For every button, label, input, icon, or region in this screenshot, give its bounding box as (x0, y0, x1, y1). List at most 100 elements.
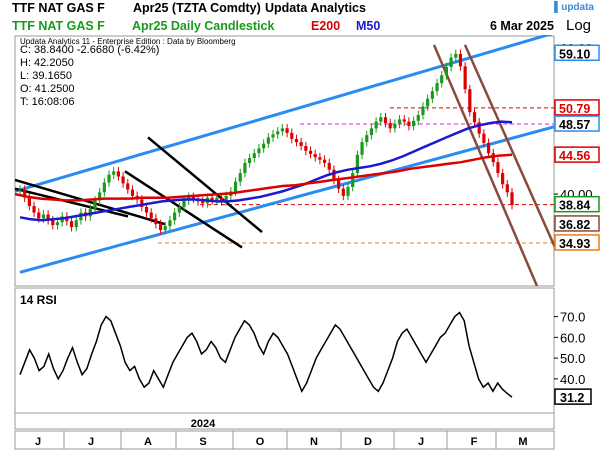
candle-body (51, 220, 55, 226)
candle-body (173, 212, 177, 221)
candle-body (116, 171, 120, 177)
candle-body (501, 173, 505, 185)
candle-body (149, 212, 153, 219)
candle-body (379, 117, 383, 122)
candle-body (201, 201, 205, 204)
candle-body (121, 176, 125, 184)
candle-body (74, 220, 78, 228)
rsi-title: 14 RSI (20, 293, 57, 307)
header-instrument-green: TTF NAT GAS F (12, 19, 105, 33)
updata-logo-text: updata (561, 2, 594, 13)
candle-body (440, 75, 444, 84)
price-tag-label: 48.57 (559, 118, 590, 132)
candle-body (243, 162, 247, 174)
price-tag: 48.57 (554, 115, 600, 132)
header-date-2: 6 Mar 2025 (490, 19, 554, 33)
candle-body (374, 121, 378, 129)
candle-body (496, 162, 500, 174)
candle-body (112, 171, 116, 175)
price-tag-label: 38.84 (559, 199, 590, 213)
candle-body (252, 153, 256, 159)
header-series-label: Apr25 Daily Candlestick (132, 19, 275, 33)
candle-body (257, 148, 261, 154)
candle-body (444, 66, 448, 76)
candle-body (130, 189, 135, 196)
candle-body (37, 212, 41, 219)
year-label: 2024 (191, 418, 216, 430)
candle-body (215, 197, 219, 201)
candle-body (27, 197, 31, 206)
candle-body (463, 66, 467, 90)
log-scale-label: Log (566, 17, 592, 34)
price-tag-label: 34.93 (559, 237, 590, 251)
candle-body (341, 188, 345, 196)
candle-body (365, 135, 369, 143)
candle-body (393, 123, 397, 129)
candle-body (327, 162, 331, 170)
xtick-label: S (199, 436, 206, 448)
title-instrument: TTF NAT GAS F (12, 1, 105, 15)
candle-body (299, 142, 303, 147)
candle-body (482, 133, 486, 143)
candle-body (355, 154, 359, 174)
candle-body (144, 206, 149, 213)
ohlc-open: O: 41.2500 (20, 83, 75, 95)
candle-body (55, 222, 60, 226)
price-tag-label: 59.10 (559, 47, 590, 61)
candle-body (93, 200, 97, 209)
rsi-last-tag-label: 31.2 (560, 391, 584, 405)
price-tag: 44.56 (554, 146, 600, 163)
price-tag: 38.84 (554, 195, 600, 213)
candle-body (416, 115, 420, 121)
candle-body (388, 123, 392, 129)
candle-body (412, 120, 416, 127)
candle-body (41, 214, 46, 219)
candle-body (290, 132, 294, 139)
candle-body (407, 121, 411, 127)
ohlc-time: T: 16:08:06 (20, 96, 75, 108)
price-tag-label: 50.79 (559, 102, 590, 116)
candle-body (383, 117, 388, 124)
rsi-ytick-label: 40.0 (560, 372, 585, 387)
rsi-ytick-label: 70.0 (560, 310, 585, 325)
candle-body (177, 206, 181, 213)
legend-e200: E200 (311, 19, 341, 33)
candle-body (280, 128, 284, 132)
xtick-label: O (256, 436, 265, 448)
xtick-label: J (418, 436, 424, 448)
xtick-label: N (310, 436, 318, 448)
xtick-label: J (88, 436, 94, 448)
subheader: Updata Analytics 11 - Enterprise Edition… (20, 37, 236, 46)
ohlc-low: L: 39.1650 (20, 70, 72, 82)
candle-body (18, 189, 22, 191)
rsi-ytick-label: 50.0 (560, 351, 585, 366)
candle-body (126, 183, 130, 190)
xtick-label: D (364, 436, 372, 448)
price-tag: 59.10 (554, 44, 600, 61)
candle-body (397, 119, 402, 124)
candle-body (426, 98, 430, 107)
title-provider: Updata Analytics (265, 1, 366, 15)
candle-body (430, 91, 434, 99)
candle-body (294, 138, 299, 143)
price-tag: 34.93 (554, 234, 600, 251)
candle-body (510, 192, 514, 206)
candle-body (102, 182, 106, 193)
candle-body (322, 159, 327, 163)
candle-body (351, 173, 355, 187)
candle-body (238, 173, 242, 182)
candle-body (69, 221, 74, 228)
candle-body (233, 181, 238, 192)
candle-body (454, 53, 458, 58)
candle-body (318, 157, 322, 160)
candle-body (402, 119, 406, 122)
price-tag-label: 44.56 (559, 149, 590, 163)
title-contract: Apr25 (TZTA Comdty) (133, 1, 261, 15)
candle-body (472, 112, 477, 123)
candle-body (248, 158, 252, 163)
price-tag: 50.79 (554, 99, 600, 116)
price-tag-label: 36.82 (559, 218, 590, 232)
candle-body (276, 131, 280, 135)
chart-canvas: 40.0050.0060.0059.1050.7948.5744.5638.84… (14, 31, 600, 450)
candle-body (304, 146, 308, 151)
